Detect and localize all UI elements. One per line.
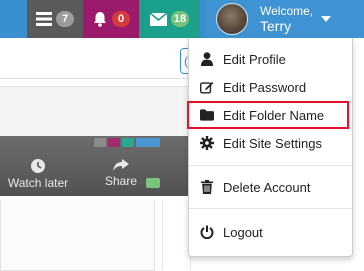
menu-divider xyxy=(189,208,352,209)
content-panel xyxy=(0,200,155,271)
clock-icon xyxy=(31,159,45,173)
trash-icon xyxy=(200,180,214,194)
menu-item-label: Edit Folder Name xyxy=(223,107,325,123)
green-chip xyxy=(146,178,160,188)
gear-icon xyxy=(200,136,214,150)
menu-item-label: Edit Profile xyxy=(223,51,286,67)
watch-later-label: Watch later xyxy=(7,176,69,190)
power-icon xyxy=(200,225,214,239)
welcome-text: Welcome, Terry xyxy=(260,4,313,34)
tasks-count-badge: 7 xyxy=(56,11,74,27)
mini-topbar xyxy=(94,138,160,147)
share-label: Share xyxy=(104,174,138,188)
user-dropdown-menu: Edit Profile Edit Password Edit Folder N… xyxy=(187,38,353,257)
share-icon xyxy=(113,159,129,171)
user-name: Terry xyxy=(260,18,292,34)
page-toolbar xyxy=(0,40,190,79)
menu-item-delete-account[interactable]: Delete Account xyxy=(189,175,352,199)
user-menu-toggle[interactable]: Welcome, Terry xyxy=(206,0,364,38)
avatar xyxy=(216,3,248,35)
menu-item-edit-profile[interactable]: Edit Profile xyxy=(189,47,352,71)
watch-later-button[interactable]: Watch later xyxy=(3,158,73,190)
content-header xyxy=(0,86,190,137)
messages-count-badge: 18 xyxy=(170,11,190,27)
alerts-count-badge: 0 xyxy=(112,11,130,27)
menu-item-edit-password[interactable]: Edit Password xyxy=(189,75,352,99)
menu-item-edit-site-settings[interactable]: Edit Site Settings xyxy=(189,131,352,155)
envelope-icon xyxy=(149,12,167,26)
menu-item-label: Edit Password xyxy=(223,79,307,95)
alerts-notification[interactable]: 0 xyxy=(83,0,139,38)
messages-notification[interactable]: 18 xyxy=(139,0,200,38)
menu-item-label: Delete Account xyxy=(223,179,311,195)
tasks-notification[interactable]: 7 xyxy=(27,0,83,38)
bell-icon xyxy=(92,11,108,27)
welcome-greeting: Welcome, xyxy=(260,4,314,18)
column-divider xyxy=(162,200,163,270)
menu-item-label: Logout xyxy=(223,224,263,240)
menu-item-logout[interactable]: Logout xyxy=(189,220,352,244)
menu-item-label: Edit Site Settings xyxy=(223,135,322,151)
user-icon xyxy=(200,52,214,66)
video-thumbnail[interactable]: Watch later Share xyxy=(0,136,190,196)
menu-divider xyxy=(189,165,352,166)
edit-icon xyxy=(200,80,214,94)
menu-item-edit-folder-name[interactable]: Edit Folder Name xyxy=(187,101,349,129)
folder-icon xyxy=(200,108,214,122)
share-button[interactable]: Share xyxy=(96,158,146,188)
tasks-icon xyxy=(36,12,52,26)
chevron-down-icon xyxy=(321,16,331,22)
